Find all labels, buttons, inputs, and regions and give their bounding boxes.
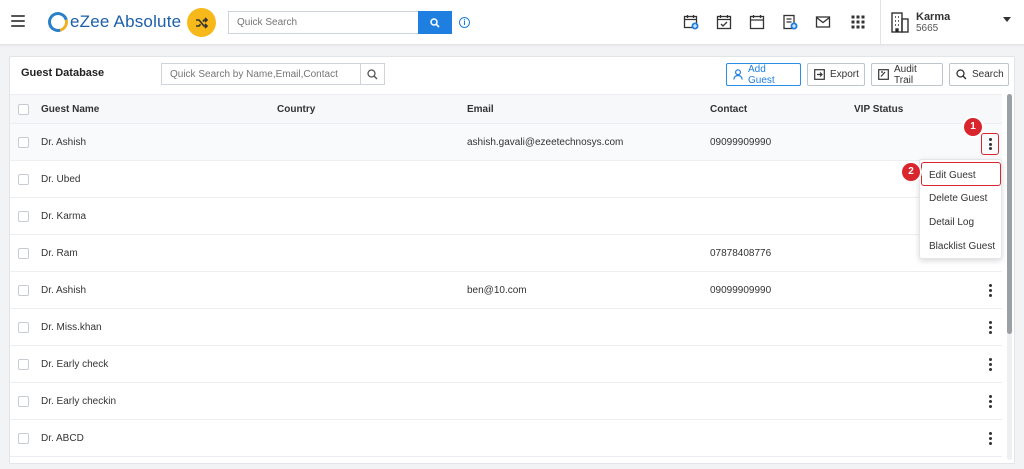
divider bbox=[880, 0, 881, 45]
property-code: 5665 bbox=[916, 23, 939, 34]
shuffle-button[interactable] bbox=[187, 8, 216, 37]
calendar-plus-icon[interactable] bbox=[682, 13, 700, 31]
row-checkbox[interactable] bbox=[18, 211, 29, 222]
row-actions-button[interactable] bbox=[985, 431, 995, 446]
audit-trail-label: Audit Trail bbox=[894, 63, 917, 86]
guest-database-panel: Guest Database Add Guest Export Audit Tr… bbox=[9, 56, 1015, 464]
app-name: eZee Absolute bbox=[70, 12, 182, 31]
audit-trail-button[interactable]: Audit Trail bbox=[871, 63, 943, 86]
menu-item-blacklist-guest[interactable]: Blacklist Guest bbox=[920, 234, 1003, 258]
export-icon bbox=[814, 69, 825, 80]
guest-name: Dr. ABCD bbox=[41, 433, 84, 444]
calendar-check-icon[interactable] bbox=[715, 13, 733, 31]
menu-item-edit-guest[interactable]: Edit Guest bbox=[921, 162, 1001, 186]
row-actions-button[interactable] bbox=[985, 320, 995, 335]
step-badge-2: 2 bbox=[902, 163, 920, 181]
column-country[interactable]: Country bbox=[277, 104, 315, 115]
receipt-icon[interactable] bbox=[781, 13, 799, 31]
guest-contact: 09099909990 bbox=[710, 137, 772, 148]
guest-email: ashish.gavali@ezeetechnosys.com bbox=[467, 137, 624, 148]
table-row[interactable]: Dr. Karma bbox=[10, 198, 1002, 235]
guest-name: Dr. Miss.khan bbox=[41, 322, 102, 333]
guest-name: Dr. Early checkin bbox=[41, 396, 117, 407]
search-icon bbox=[956, 69, 967, 80]
apps-grid-icon[interactable] bbox=[849, 13, 867, 31]
row-actions-button[interactable] bbox=[985, 394, 995, 409]
column-vip-status[interactable]: VIP Status bbox=[854, 104, 903, 115]
table-header: Guest Name Country Email Contact VIP Sta… bbox=[10, 94, 1002, 124]
mail-icon[interactable] bbox=[814, 13, 832, 31]
row-checkbox[interactable] bbox=[18, 433, 29, 444]
guest-name: Dr. Ashish bbox=[41, 285, 87, 296]
page-title: Guest Database bbox=[21, 67, 105, 79]
row-checkbox[interactable] bbox=[18, 248, 29, 259]
guest-search-button[interactable] bbox=[360, 63, 385, 85]
export-button[interactable]: Export bbox=[807, 63, 865, 86]
row-checkbox[interactable] bbox=[18, 359, 29, 370]
row-checkbox[interactable] bbox=[18, 322, 29, 333]
hamburger-menu-icon[interactable] bbox=[11, 15, 25, 27]
top-bar: eZee Absolute i Karma 5665 bbox=[0, 0, 1024, 45]
guest-name: Dr. Ashish bbox=[41, 137, 87, 148]
building-icon bbox=[891, 12, 909, 33]
table-row[interactable]: Dr. Early check bbox=[10, 346, 1002, 383]
menu-item-delete-guest[interactable]: Delete Guest bbox=[920, 186, 1003, 210]
row-checkbox[interactable] bbox=[18, 137, 29, 148]
menu-item-detail-log[interactable]: Detail Log bbox=[920, 210, 1003, 234]
audit-icon bbox=[878, 69, 889, 80]
guest-name: Dr. Early check bbox=[41, 359, 109, 370]
quick-search-button[interactable] bbox=[418, 11, 452, 34]
column-guest-name[interactable]: Guest Name bbox=[41, 104, 99, 115]
table-row[interactable]: Dr. Ashish ben@10.com 09099909990 bbox=[10, 272, 1002, 309]
row-checkbox[interactable] bbox=[18, 285, 29, 296]
select-all-checkbox[interactable] bbox=[18, 104, 29, 115]
property-name: Karma bbox=[916, 11, 951, 23]
table-row[interactable]: Dr. Early checkin bbox=[10, 383, 1002, 420]
search-icon bbox=[430, 17, 440, 28]
search-label: Search bbox=[972, 69, 1004, 80]
table-row[interactable]: Dr. Ram 07878408776 bbox=[10, 235, 1002, 272]
shuffle-icon bbox=[195, 16, 208, 29]
column-email[interactable]: Email bbox=[467, 104, 494, 115]
app-logo[interactable]: eZee Absolute bbox=[44, 8, 182, 36]
table-row[interactable]: Dr. Ashish ashish.gavali@ezeetechnosys.c… bbox=[10, 124, 1002, 161]
guest-name: Dr. Ram bbox=[41, 248, 78, 259]
add-guest-button[interactable]: Add Guest bbox=[726, 63, 801, 86]
search-icon bbox=[367, 68, 378, 79]
property-selector[interactable]: Karma 5665 bbox=[890, 8, 1015, 38]
scrollbar-thumb[interactable] bbox=[1007, 94, 1012, 334]
row-actions-button[interactable] bbox=[985, 283, 995, 298]
row-actions-menu: Edit Guest Delete Guest Detail Log Black… bbox=[919, 159, 1002, 259]
guest-contact: 07878408776 bbox=[710, 248, 772, 259]
caret-down-icon bbox=[1003, 17, 1011, 22]
table-row[interactable]: Dr. ABCD bbox=[10, 420, 1002, 457]
logo-mark-icon bbox=[44, 8, 72, 36]
row-actions-button[interactable] bbox=[985, 357, 995, 372]
table-row[interactable]: Dr. Miss.khan bbox=[10, 309, 1002, 346]
table-scrollbar[interactable] bbox=[1007, 94, 1012, 460]
guest-email: ben@10.com bbox=[467, 285, 527, 296]
guest-search-input[interactable] bbox=[161, 63, 361, 85]
user-icon bbox=[733, 69, 743, 80]
step-badge-1: 1 bbox=[964, 118, 982, 136]
info-icon[interactable]: i bbox=[459, 17, 470, 28]
guest-name: Dr. Karma bbox=[41, 211, 87, 222]
row-checkbox[interactable] bbox=[18, 174, 29, 185]
table-row[interactable]: Dr. Ubed bbox=[10, 161, 1002, 198]
calendar-icon[interactable] bbox=[748, 13, 766, 31]
quick-search-input[interactable] bbox=[228, 11, 418, 34]
guest-name: Dr. Ubed bbox=[41, 174, 81, 185]
row-checkbox[interactable] bbox=[18, 396, 29, 407]
export-label: Export bbox=[830, 69, 859, 80]
column-contact[interactable]: Contact bbox=[710, 104, 747, 115]
guest-contact: 09099909990 bbox=[710, 285, 772, 296]
row-actions-button[interactable] bbox=[981, 133, 999, 155]
add-guest-label: Add Guest bbox=[748, 63, 775, 86]
search-button[interactable]: Search bbox=[949, 63, 1009, 86]
